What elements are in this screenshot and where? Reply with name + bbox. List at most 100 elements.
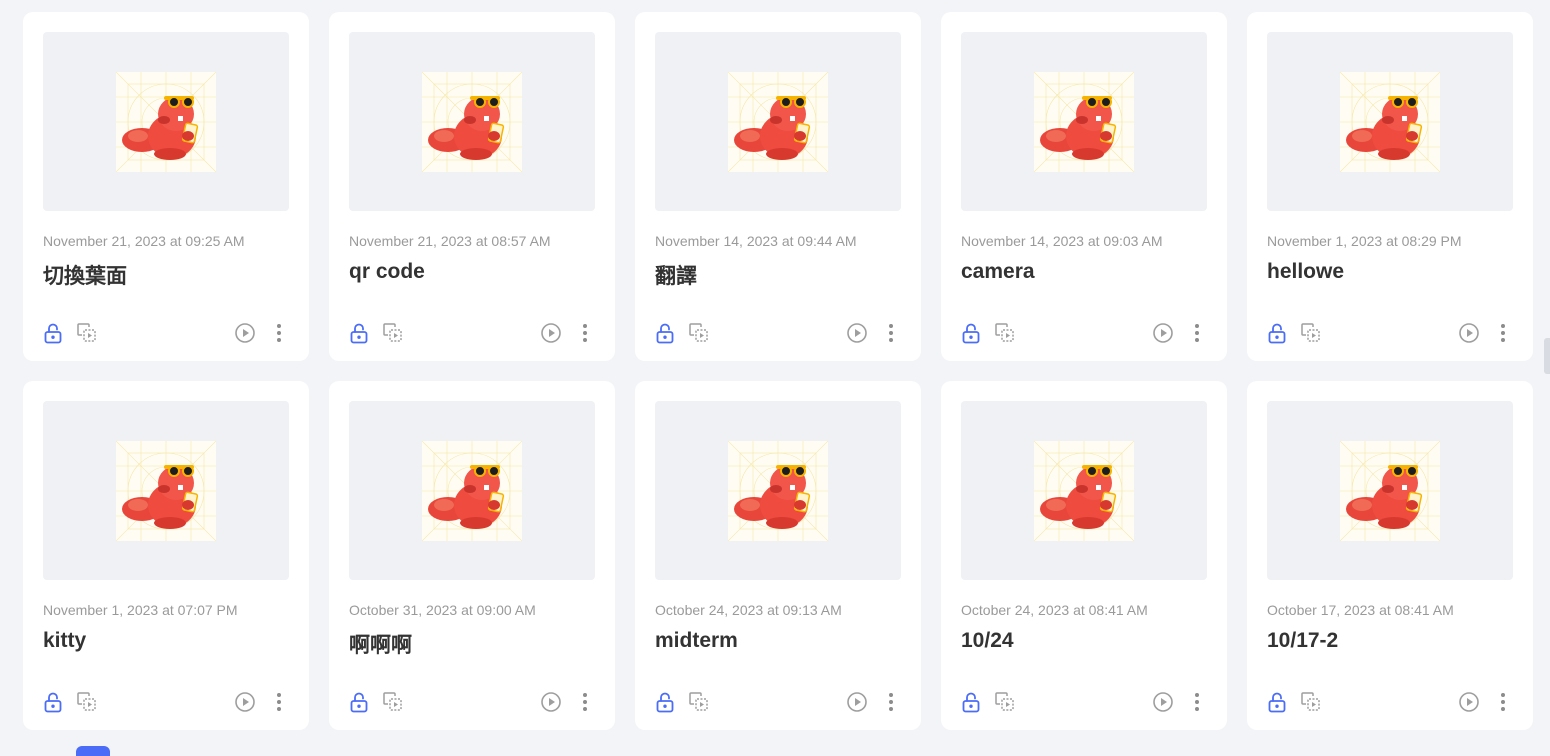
duplicate-icon[interactable] xyxy=(381,690,405,714)
card-actions xyxy=(653,690,903,714)
more-vertical-icon[interactable] xyxy=(267,321,291,345)
more-vertical-icon[interactable] xyxy=(879,321,903,345)
project-card[interactable]: November 14, 2023 at 09:03 AM camera xyxy=(941,12,1227,361)
project-date: November 1, 2023 at 08:29 PM xyxy=(1267,233,1462,249)
duplicate-icon[interactable] xyxy=(687,690,711,714)
duplicate-icon[interactable] xyxy=(993,690,1017,714)
duplicate-icon[interactable] xyxy=(687,321,711,345)
duplicate-icon[interactable] xyxy=(1299,690,1323,714)
beaver-mascot-icon xyxy=(728,440,828,541)
project-thumbnail[interactable] xyxy=(1267,401,1513,580)
play-icon[interactable] xyxy=(233,321,257,345)
project-thumbnail[interactable] xyxy=(349,32,595,211)
more-vertical-icon[interactable] xyxy=(1185,690,1209,714)
card-actions xyxy=(1265,690,1515,714)
project-card[interactable]: October 24, 2023 at 08:41 AM 10/24 xyxy=(941,381,1227,730)
lock-open-icon[interactable] xyxy=(41,690,65,714)
card-actions xyxy=(41,321,291,345)
project-date: October 31, 2023 at 09:00 AM xyxy=(349,602,536,618)
project-card[interactable]: October 17, 2023 at 08:41 AM 10/17-2 xyxy=(1247,381,1533,730)
project-title[interactable]: 翻譯 xyxy=(655,260,697,290)
project-card[interactable]: November 21, 2023 at 09:25 AM 切換葉面 xyxy=(23,12,309,361)
project-title[interactable]: 切換葉面 xyxy=(43,260,127,290)
beaver-mascot-icon xyxy=(116,440,216,541)
more-vertical-icon[interactable] xyxy=(1185,321,1209,345)
more-vertical-icon[interactable] xyxy=(573,321,597,345)
play-icon[interactable] xyxy=(845,321,869,345)
project-thumbnail[interactable] xyxy=(655,401,901,580)
project-date: October 24, 2023 at 08:41 AM xyxy=(961,602,1148,618)
project-title[interactable]: 10/17-2 xyxy=(1267,629,1338,653)
duplicate-icon[interactable] xyxy=(75,321,99,345)
project-title[interactable]: 啊啊啊 xyxy=(349,629,412,659)
project-date: November 21, 2023 at 09:25 AM xyxy=(43,233,245,249)
project-date: November 14, 2023 at 09:44 AM xyxy=(655,233,857,249)
play-icon[interactable] xyxy=(1151,690,1175,714)
project-thumbnail[interactable] xyxy=(1267,32,1513,211)
more-vertical-icon[interactable] xyxy=(879,690,903,714)
project-thumbnail[interactable] xyxy=(349,401,595,580)
project-thumbnail[interactable] xyxy=(43,32,289,211)
beaver-mascot-icon xyxy=(1340,71,1440,172)
lock-open-icon[interactable] xyxy=(653,321,677,345)
duplicate-icon[interactable] xyxy=(75,690,99,714)
project-card[interactable]: October 24, 2023 at 09:13 AM midterm xyxy=(635,381,921,730)
play-icon[interactable] xyxy=(1151,321,1175,345)
project-date: October 17, 2023 at 08:41 AM xyxy=(1267,602,1454,618)
beaver-mascot-icon xyxy=(1034,71,1134,172)
lock-open-icon[interactable] xyxy=(347,690,371,714)
project-grid: November 21, 2023 at 09:25 AM 切換葉面 Novem… xyxy=(23,12,1533,730)
project-title[interactable]: camera xyxy=(961,260,1035,284)
pagination-button[interactable] xyxy=(76,746,110,756)
lock-open-icon[interactable] xyxy=(1265,321,1289,345)
project-title[interactable]: qr code xyxy=(349,260,425,284)
beaver-mascot-icon xyxy=(1340,440,1440,541)
project-card[interactable]: October 31, 2023 at 09:00 AM 啊啊啊 xyxy=(329,381,615,730)
project-title[interactable]: hellowe xyxy=(1267,260,1344,284)
project-title[interactable]: 10/24 xyxy=(961,629,1014,653)
more-vertical-icon[interactable] xyxy=(573,690,597,714)
project-title[interactable]: kitty xyxy=(43,629,86,653)
beaver-mascot-icon xyxy=(422,440,522,541)
side-scroll-tab[interactable] xyxy=(1544,338,1550,374)
beaver-mascot-icon xyxy=(1034,440,1134,541)
play-icon[interactable] xyxy=(1457,690,1481,714)
lock-open-icon[interactable] xyxy=(41,321,65,345)
project-date: November 21, 2023 at 08:57 AM xyxy=(349,233,551,249)
card-actions xyxy=(41,690,291,714)
duplicate-icon[interactable] xyxy=(1299,321,1323,345)
duplicate-icon[interactable] xyxy=(381,321,405,345)
card-actions xyxy=(1265,321,1515,345)
lock-open-icon[interactable] xyxy=(959,321,983,345)
project-thumbnail[interactable] xyxy=(961,401,1207,580)
play-icon[interactable] xyxy=(233,690,257,714)
project-thumbnail[interactable] xyxy=(655,32,901,211)
project-card[interactable]: November 14, 2023 at 09:44 AM 翻譯 xyxy=(635,12,921,361)
project-card[interactable]: November 21, 2023 at 08:57 AM qr code xyxy=(329,12,615,361)
play-icon[interactable] xyxy=(1457,321,1481,345)
lock-open-icon[interactable] xyxy=(347,321,371,345)
card-actions xyxy=(347,690,597,714)
more-vertical-icon[interactable] xyxy=(1491,321,1515,345)
project-title[interactable]: midterm xyxy=(655,629,738,653)
more-vertical-icon[interactable] xyxy=(267,690,291,714)
play-icon[interactable] xyxy=(539,690,563,714)
card-actions xyxy=(653,321,903,345)
project-thumbnail[interactable] xyxy=(961,32,1207,211)
card-actions xyxy=(959,321,1209,345)
project-date: November 14, 2023 at 09:03 AM xyxy=(961,233,1163,249)
beaver-mascot-icon xyxy=(116,71,216,172)
project-card[interactable]: November 1, 2023 at 07:07 PM kitty xyxy=(23,381,309,730)
project-thumbnail[interactable] xyxy=(43,401,289,580)
more-vertical-icon[interactable] xyxy=(1491,690,1515,714)
lock-open-icon[interactable] xyxy=(653,690,677,714)
play-icon[interactable] xyxy=(845,690,869,714)
card-actions xyxy=(959,690,1209,714)
play-icon[interactable] xyxy=(539,321,563,345)
card-actions xyxy=(347,321,597,345)
duplicate-icon[interactable] xyxy=(993,321,1017,345)
project-card[interactable]: November 1, 2023 at 08:29 PM hellowe xyxy=(1247,12,1533,361)
project-date: October 24, 2023 at 09:13 AM xyxy=(655,602,842,618)
lock-open-icon[interactable] xyxy=(1265,690,1289,714)
lock-open-icon[interactable] xyxy=(959,690,983,714)
